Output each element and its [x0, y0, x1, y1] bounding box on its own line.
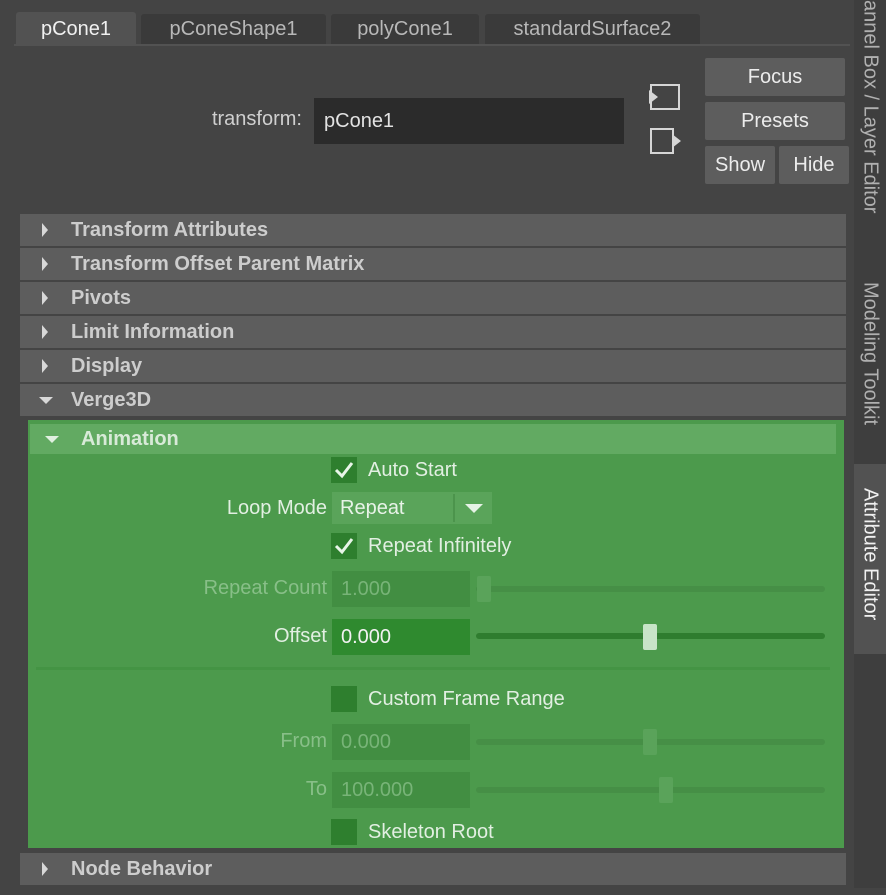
- section-label: Transform Attributes: [71, 219, 269, 241]
- focus-button[interactable]: Focus: [705, 58, 845, 96]
- section-limit-information[interactable]: Limit Information: [20, 316, 846, 348]
- section-transform-attributes[interactable]: Transform Attributes: [20, 214, 846, 246]
- offset-field[interactable]: 0.000: [332, 619, 470, 655]
- section-verge3d[interactable]: Verge3D: [20, 384, 846, 416]
- side-tab-modeling-toolkit[interactable]: Modeling Toolkit: [854, 262, 886, 458]
- section-node-behavior[interactable]: Node Behavior: [20, 853, 846, 885]
- chevron-down-icon: [463, 492, 485, 524]
- section-transform-offset-parent-matrix[interactable]: Transform Offset Parent Matrix: [20, 248, 846, 280]
- custom-frame-range-checkbox[interactable]: [331, 686, 357, 712]
- offset-slider-handle[interactable]: [643, 624, 657, 650]
- triangle-down-icon: [44, 424, 60, 454]
- repeat-infinitely-label: Repeat Infinitely: [368, 535, 512, 557]
- select-object-icon[interactable]: [646, 82, 682, 114]
- section-label: Limit Information: [71, 321, 235, 343]
- tab-pconeshape1[interactable]: pConeShape1: [141, 14, 326, 44]
- loop-mode-label: Loop Mode: [226, 497, 327, 519]
- load-selected-icon[interactable]: [646, 126, 682, 158]
- auto-start-checkbox[interactable]: [331, 457, 357, 483]
- to-field[interactable]: 100.000: [332, 772, 470, 808]
- from-field[interactable]: 0.000: [332, 724, 470, 760]
- section-animation[interactable]: Animation: [30, 424, 836, 454]
- repeat-count-slider-handle[interactable]: [477, 576, 491, 602]
- section-label: Node Behavior: [71, 858, 213, 880]
- tab-standardsurface2[interactable]: standardSurface2: [485, 14, 700, 44]
- section-pivots[interactable]: Pivots: [20, 282, 846, 314]
- to-slider-track[interactable]: [476, 787, 825, 793]
- triangle-down-icon: [38, 384, 54, 416]
- section-label: Transform Offset Parent Matrix: [71, 253, 365, 275]
- section-display[interactable]: Display: [20, 350, 846, 382]
- tab-pcone1[interactable]: pCone1: [16, 12, 136, 46]
- triangle-right-icon: [38, 282, 54, 314]
- triangle-right-icon: [38, 350, 54, 382]
- triangle-right-icon: [38, 853, 54, 885]
- dropdown-divider: [453, 494, 455, 522]
- side-tab-attribute-editor[interactable]: Attribute Editor: [854, 464, 886, 654]
- skeleton-root-label: Skeleton Root: [368, 821, 494, 843]
- auto-start-label: Auto Start: [368, 459, 457, 481]
- section-label: Verge3D: [71, 389, 152, 411]
- hide-button[interactable]: Hide: [779, 146, 849, 184]
- from-label: From: [280, 730, 327, 752]
- side-tab-channel-box[interactable]: annel Box / Layer Editor: [854, 0, 886, 256]
- section-label: Pivots: [71, 287, 132, 309]
- triangle-right-icon: [38, 214, 54, 246]
- show-button[interactable]: Show: [705, 146, 775, 184]
- repeat-infinitely-checkbox[interactable]: [331, 533, 357, 559]
- custom-frame-range-label: Custom Frame Range: [368, 688, 565, 710]
- section-label: Display: [71, 355, 143, 377]
- triangle-right-icon: [38, 316, 54, 348]
- repeat-count-field[interactable]: 1.000: [332, 571, 470, 607]
- from-slider-handle[interactable]: [643, 729, 657, 755]
- tab-bar-underline: [14, 44, 850, 46]
- section-label: Animation: [81, 428, 179, 450]
- separator: [36, 667, 830, 670]
- tab-polycone1[interactable]: polyCone1: [331, 14, 479, 44]
- transform-label: transform:: [211, 108, 302, 130]
- triangle-right-icon: [38, 248, 54, 280]
- skeleton-root-checkbox[interactable]: [331, 819, 357, 845]
- repeat-count-slider-track[interactable]: [476, 586, 825, 592]
- presets-button[interactable]: Presets: [705, 102, 845, 140]
- offset-label: Offset: [274, 625, 327, 647]
- repeat-count-label: Repeat Count: [203, 577, 327, 599]
- to-slider-handle[interactable]: [659, 777, 673, 803]
- to-label: To: [305, 778, 327, 800]
- loop-mode-dropdown[interactable]: Repeat: [332, 492, 492, 524]
- loop-mode-value: Repeat: [340, 497, 405, 519]
- transform-name-field[interactable]: pCone1: [314, 98, 624, 144]
